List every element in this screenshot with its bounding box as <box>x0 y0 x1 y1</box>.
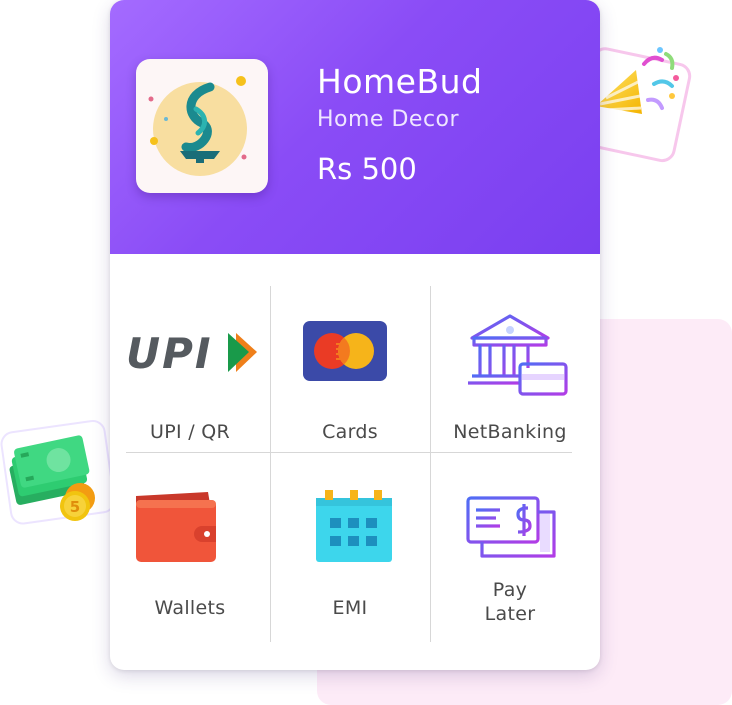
merchant-name: HomeBud <box>317 62 483 101</box>
method-label: Pay Later <box>430 578 590 626</box>
wallet-icon <box>136 492 216 562</box>
method-label: Wallets <box>154 597 226 619</box>
method-upi[interactable]: UPI UPI / QR <box>110 288 270 448</box>
card-icon <box>303 321 387 381</box>
method-pay-later[interactable]: Pay Later <box>430 470 590 630</box>
upi-logo-icon: UPI <box>126 329 257 378</box>
method-label-line: Later <box>484 603 536 625</box>
cash-coin-icon: 5 <box>0 420 116 525</box>
method-cards[interactable]: Cards <box>270 288 430 448</box>
grid-divider <box>126 452 572 453</box>
svg-text:5: 5 <box>70 498 80 516</box>
calendar-icon <box>316 490 392 562</box>
bill-icon <box>466 496 556 558</box>
method-label: Cards <box>322 421 378 443</box>
merchant-category: Home Decor <box>317 107 460 132</box>
method-label: EMI <box>332 597 368 619</box>
merchant-logo <box>136 59 268 193</box>
method-netbanking[interactable]: NetBanking <box>430 288 590 448</box>
merchant-header: HomeBud Home Decor Rs 500 <box>110 0 600 254</box>
method-emi[interactable]: EMI <box>270 470 430 630</box>
payment-card: HomeBud Home Decor Rs 500 UPI UPI / QR C… <box>110 0 600 670</box>
homebud-logo-icon <box>148 76 247 176</box>
svg-text:UPI: UPI <box>126 329 213 378</box>
bank-icon <box>468 314 568 396</box>
method-label: UPI / QR <box>149 421 230 443</box>
method-label: NetBanking <box>453 421 567 443</box>
method-label-line: Pay <box>492 579 528 601</box>
method-wallets[interactable]: Wallets <box>110 470 270 630</box>
payment-methods-grid: UPI UPI / QR Cards NetBanking Wallets EM… <box>110 254 600 670</box>
payment-amount: Rs 500 <box>317 152 417 186</box>
